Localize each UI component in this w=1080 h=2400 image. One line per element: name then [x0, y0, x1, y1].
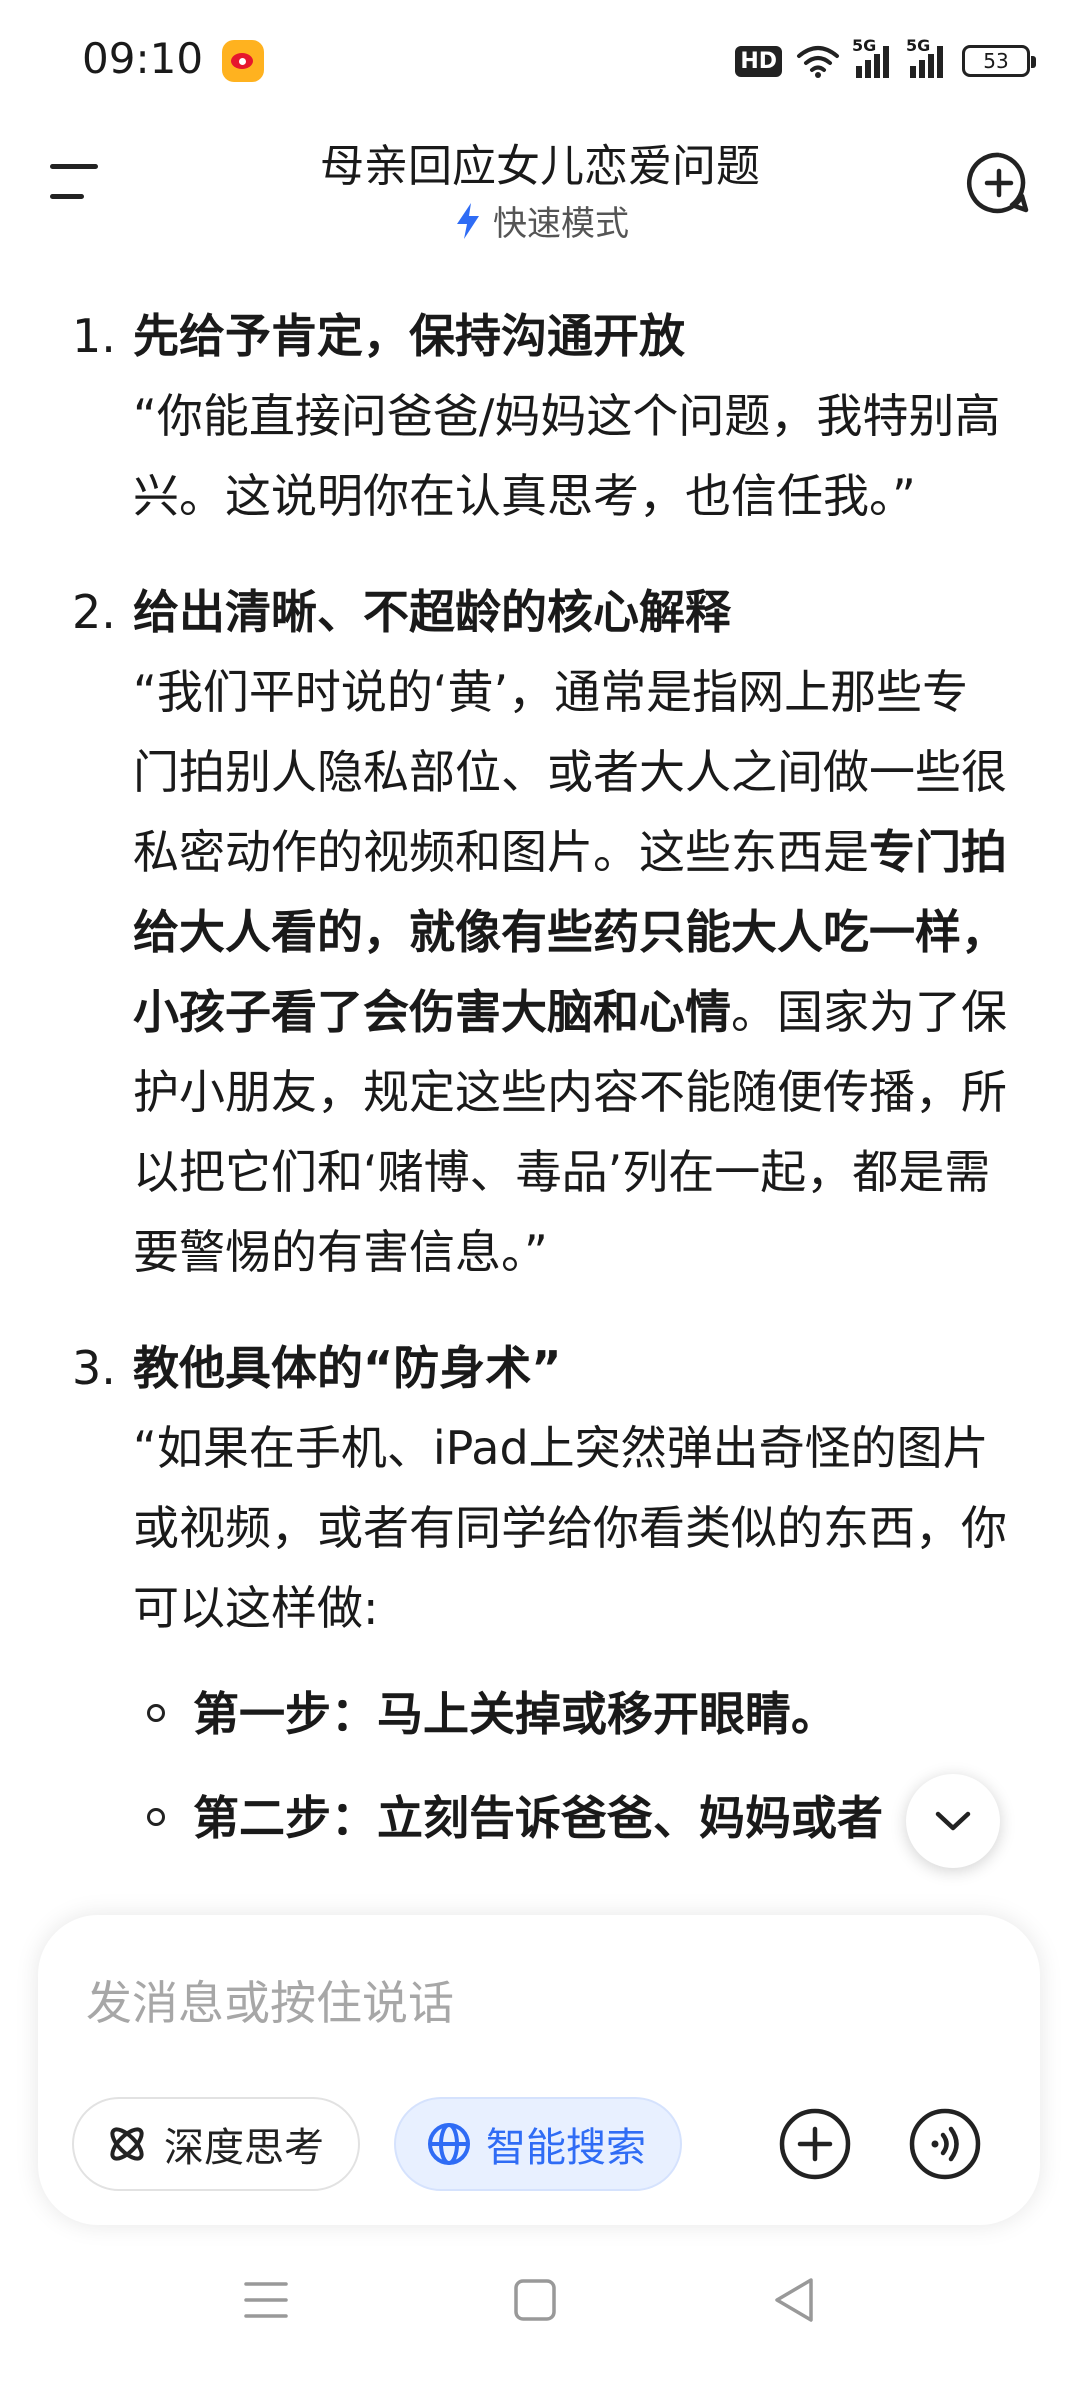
nav-home-button[interactable]	[505, 2270, 565, 2330]
scroll-down-button[interactable]	[906, 1774, 1000, 1868]
weibo-icon	[222, 40, 264, 82]
smart-search-button[interactable]: 智能搜索	[394, 2097, 682, 2191]
deep-think-icon	[110, 2127, 144, 2161]
hd-icon: HD	[735, 45, 782, 77]
message-input[interactable]: 发消息或按住说话	[86, 1967, 454, 2033]
new-chat-button[interactable]	[966, 150, 1032, 216]
list-item: 3. 教他具体的“防身术” “如果在手机、iPad上突然弹出奇怪的图片或视频，或…	[0, 1328, 1080, 1858]
item-title: 先给予肯定，保持沟通开放	[133, 309, 685, 363]
item-number: 3.	[72, 1341, 116, 1395]
status-time: 09:10	[82, 34, 204, 83]
bullet-icon	[147, 1704, 165, 1722]
list-item: 1. 先给予肯定，保持沟通开放 “你能直接问爸爸/妈妈这个问题，我特别高兴。这说…	[0, 296, 1080, 536]
new-chat-icon	[967, 152, 1029, 214]
mode-label: 快速模式	[493, 204, 629, 244]
attach-button[interactable]	[778, 2107, 852, 2181]
signal-icon: 5G	[906, 36, 948, 78]
chat-title[interactable]: 母亲回应女儿恋爱问题	[0, 130, 1080, 194]
nav-menu-button[interactable]	[236, 2270, 296, 2330]
battery-icon: 53	[962, 45, 1036, 77]
nav-back-icon	[775, 2278, 813, 2322]
nav-back-button[interactable]	[765, 2270, 825, 2330]
item-title: 给出清晰、不超龄的核心解释	[133, 585, 731, 639]
bolt-icon	[457, 202, 479, 239]
globe-icon	[428, 2123, 470, 2165]
voice-call-button[interactable]	[908, 2107, 982, 2181]
item-number: 2.	[72, 585, 116, 639]
bullet-icon	[147, 1808, 165, 1826]
chevron-down-icon	[935, 1811, 971, 1831]
input-card: 发消息或按住说话 深度思考 智能搜索	[38, 1915, 1040, 2225]
deep-think-button[interactable]: 深度思考	[72, 2097, 360, 2191]
wifi-icon	[797, 46, 839, 78]
item-number: 1.	[72, 309, 116, 363]
mode-indicator[interactable]: 快速模式	[0, 196, 1080, 245]
item-text: “你能直接问爸爸/妈妈这个问题，我特别高兴。这说明你在认真思考，也信任我。”	[133, 389, 1001, 523]
status-bar: 09:10 HD 5G 5G 53	[0, 0, 1080, 120]
step-item: 第一步：马上关掉或移开眼睛。	[147, 1674, 1013, 1754]
item-text: “我们平时说的‘黄’，通常是指网上那些专门拍别人隐私部位、或者大人之间做一些很私…	[133, 665, 1007, 1279]
step-item: 第二步：立刻告诉爸爸、妈妈或者	[147, 1778, 1013, 1858]
deep-think-label: 深度思考	[164, 2125, 324, 2171]
voice-icon	[909, 2108, 981, 2180]
nav-home-icon	[514, 2279, 556, 2321]
list-item: 2. 给出清晰、不超龄的核心解释 “我们平时说的‘黄’，通常是指网上那些专门拍别…	[0, 572, 1080, 1292]
item-text: “如果在手机、iPad上突然弹出奇怪的图片或视频，或者有同学给你看类似的东西，你…	[133, 1421, 1007, 1635]
signal-icon: 5G	[852, 36, 894, 78]
smart-search-label: 智能搜索	[486, 2125, 646, 2171]
system-nav-bar	[0, 2250, 1080, 2350]
item-title: 教他具体的“防身术”	[133, 1341, 562, 1395]
nav-menu-icon	[244, 2282, 288, 2318]
system-icons: HD 5G 5G 53	[735, 36, 1036, 86]
message-content: 1. 先给予肯定，保持沟通开放 “你能直接问爸爸/妈妈这个问题，我特别高兴。这说…	[0, 296, 1080, 1894]
plus-icon	[779, 2108, 851, 2180]
